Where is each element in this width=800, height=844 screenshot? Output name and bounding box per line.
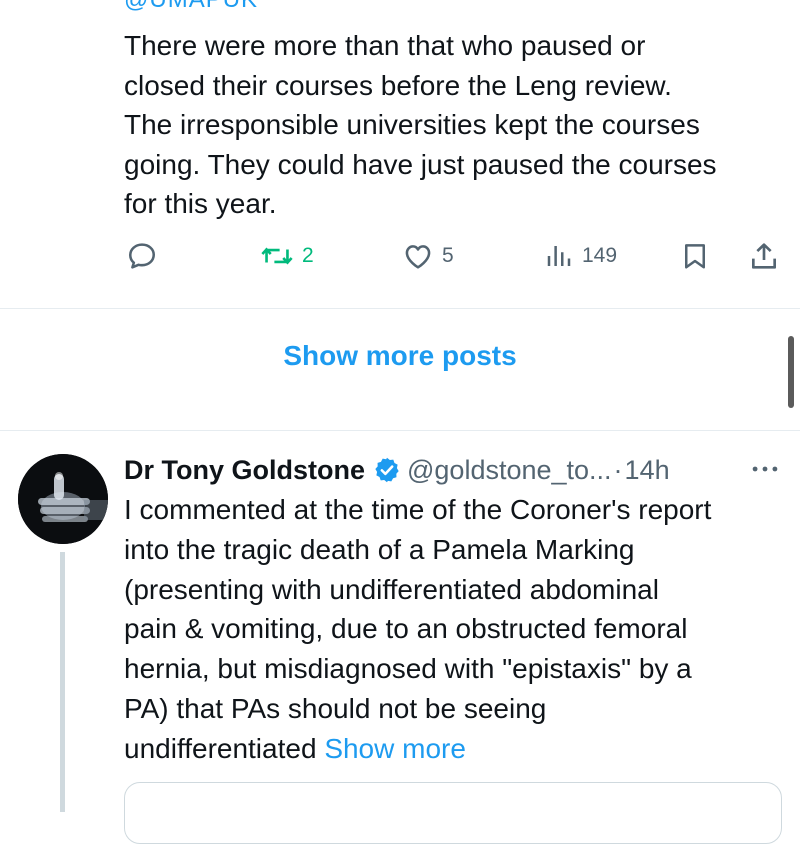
post-text-line: going. They could have just paused the c… (124, 148, 717, 180)
post-text-line: (presenting with undifferentiated abdomi… (124, 573, 659, 605)
bookmark-button[interactable] (680, 234, 710, 278)
post-text-line: into the tragic death of a Pamela Markin… (124, 533, 635, 565)
post-handle-cut[interactable]: @UMAPUK (124, 0, 258, 14)
post-text-line: hernia, but misdiagnosed with "epistaxis… (124, 653, 692, 685)
divider (0, 430, 800, 431)
post-text-line: closed their courses before the Leng rev… (124, 69, 672, 101)
verified-badge-icon (373, 456, 401, 484)
show-more-link[interactable]: Show more (324, 733, 466, 764)
post-text-fragment: undifferentiated (124, 732, 325, 764)
like-button[interactable]: 5 (402, 234, 454, 278)
retweet-icon (261, 247, 293, 265)
reply-icon (129, 243, 156, 269)
post-timestamp[interactable]: 14h (625, 455, 670, 486)
views-bar-icon (547, 246, 571, 266)
thread-connector-line (60, 552, 65, 812)
post-text: I commented at the time of the Coroner's… (124, 490, 794, 769)
post-action-bar: 2 5 149 (0, 234, 800, 278)
show-more-posts-button[interactable]: Show more posts (0, 340, 800, 372)
post-text-line: The irresponsible universities kept the … (124, 109, 700, 140)
retweet-count: 2 (302, 244, 314, 267)
avatar[interactable] (18, 454, 108, 544)
separator-dot: · (613, 454, 623, 485)
author-name[interactable]: Dr Tony Goldstone (124, 455, 365, 486)
reply-button[interactable] (126, 234, 158, 278)
post-text-line: I commented at the time of the Coroner's… (124, 494, 712, 525)
author-handle[interactable]: @goldstone_to... (407, 455, 612, 486)
heart-icon (405, 245, 431, 269)
views-button[interactable]: 149 (544, 234, 617, 278)
post-text: There were more than that who paused or … (124, 26, 794, 224)
share-button[interactable] (748, 234, 780, 278)
avatar-xray-thumbs-up-image (18, 454, 108, 544)
divider (0, 308, 800, 309)
post-text-line: PA) that PAs should not be seeing (124, 692, 547, 724)
post-text-last-line: undifferentiated Show more (124, 729, 794, 769)
bookmark-icon (685, 244, 705, 269)
post-header: Dr Tony Goldstone @goldstone_to... · 14h (124, 450, 670, 490)
share-icon (752, 243, 776, 269)
scrollbar-thumb[interactable] (788, 336, 794, 408)
quoted-post-card[interactable] (124, 782, 782, 844)
post-text-line: for this year. (124, 188, 277, 219)
views-count: 149 (582, 244, 618, 267)
post-text-line: pain & vomiting, due to an obstructed fe… (124, 613, 688, 645)
retweet-button[interactable]: 2 (260, 234, 314, 278)
post-text-line: There were more than that who paused or (124, 30, 646, 61)
more-options-button[interactable] (748, 452, 782, 491)
like-count: 5 (442, 244, 454, 267)
more-dots-icon (752, 466, 778, 472)
